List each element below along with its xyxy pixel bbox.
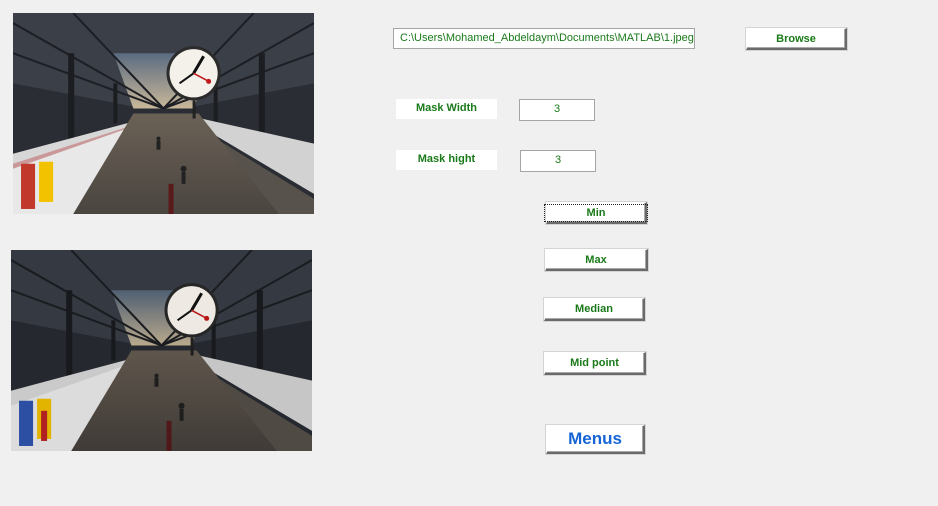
min-filter-label: Min	[543, 203, 649, 222]
browse-button[interactable]: Browse	[746, 28, 847, 50]
original-image	[13, 13, 314, 214]
browse-button-label: Browse	[776, 32, 816, 45]
filtered-image	[11, 250, 312, 451]
train-station-photo-icon	[11, 250, 312, 451]
mask-width-field[interactable]: 3	[519, 99, 595, 121]
midpoint-filter-button[interactable]: Mid point	[544, 352, 646, 375]
max-filter-label: Max	[585, 253, 607, 266]
mask-width-label: Mask Width	[396, 99, 497, 119]
file-path-field[interactable]: C:\Users\Mohamed_Abdeldaym\Documents\MAT…	[393, 28, 695, 49]
mask-height-label: Mask hight	[396, 150, 497, 170]
menus-button[interactable]: Menus	[546, 425, 645, 454]
min-filter-button[interactable]: Min	[543, 202, 649, 224]
max-filter-button[interactable]: Max	[545, 249, 648, 271]
median-filter-label: Median	[575, 303, 613, 315]
midpoint-filter-label: Mid point	[570, 357, 619, 369]
median-filter-button[interactable]: Median	[544, 298, 645, 321]
train-station-photo-icon	[13, 13, 314, 214]
menus-button-label: Menus	[568, 429, 622, 448]
mask-height-field[interactable]: 3	[520, 150, 596, 172]
